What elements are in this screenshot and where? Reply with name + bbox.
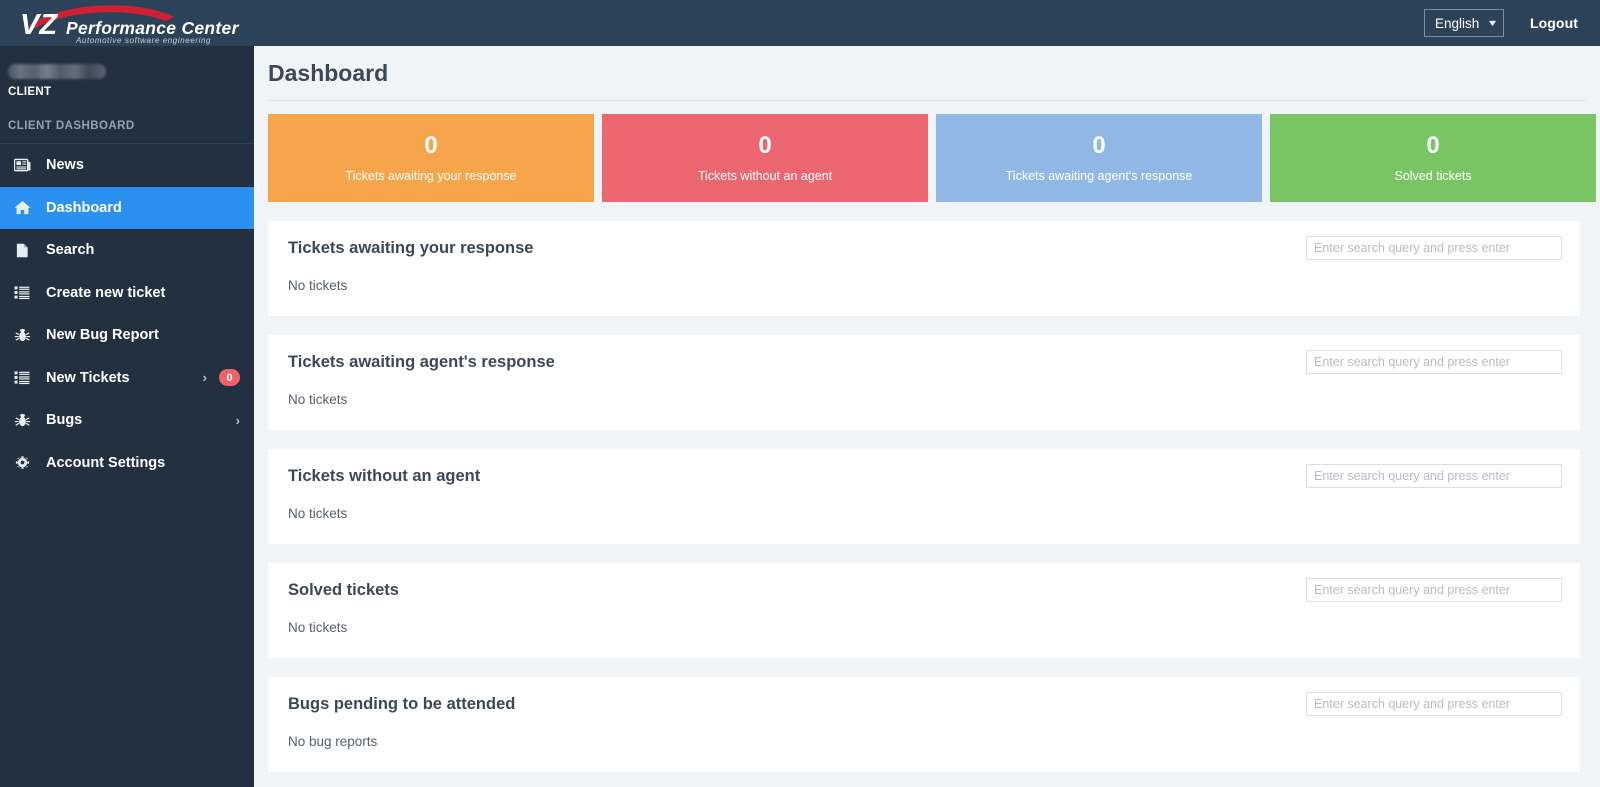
sidebar-item-label: News: [46, 157, 84, 173]
sidebar-item-label: New Bug Report: [46, 327, 159, 343]
panel-empty-message: No tickets: [288, 392, 1562, 407]
header-actions: English ▼ Logout: [1424, 9, 1578, 37]
sidebar-item-meta: › 0: [203, 369, 240, 386]
logout-link[interactable]: Logout: [1530, 15, 1578, 31]
stat-card-value: 0: [424, 133, 437, 158]
chevron-right-icon[interactable]: ›: [236, 413, 240, 428]
stat-card-tickets-awaiting-agents-response[interactable]: 0 Tickets awaiting agent's response: [936, 114, 1262, 202]
stat-card-tickets-awaiting-your-response[interactable]: 0 Tickets awaiting your response: [268, 114, 594, 202]
sidebar-item-label: Account Settings: [46, 455, 165, 471]
newspaper-icon: [14, 158, 40, 173]
sidebar-user-block: CLIENT: [0, 46, 254, 110]
stat-card-tickets-without-an-agent[interactable]: 0 Tickets without an agent: [602, 114, 928, 202]
sidebar: CLIENT CLIENT DASHBOARD News Dashboard S…: [0, 46, 254, 787]
panel-solved-tickets: Solved tickets No tickets: [268, 563, 1580, 658]
sidebar-item-new-tickets[interactable]: New Tickets › 0: [0, 357, 254, 400]
stat-card-solved-tickets[interactable]: 0 Solved tickets: [1270, 114, 1596, 202]
chevron-down-icon: ▼: [1486, 19, 1498, 28]
search-input[interactable]: [1306, 578, 1562, 602]
panel-tickets-without-an-agent: Tickets without an agent No tickets: [268, 449, 1580, 544]
svg-text:Automotive software engineerin: Automotive software engineering: [75, 36, 211, 45]
file-icon: [14, 243, 40, 258]
sidebar-item-new-bug-report[interactable]: New Bug Report: [0, 314, 254, 357]
stat-card-label: Solved tickets: [1394, 169, 1471, 183]
stat-card-label: Tickets without an agent: [698, 169, 832, 183]
sidebar-item-account-settings[interactable]: Account Settings: [0, 442, 254, 485]
stat-card-value: 0: [1092, 133, 1105, 158]
sidebar-item-dashboard[interactable]: Dashboard: [0, 187, 254, 230]
language-select[interactable]: English ▼: [1424, 9, 1504, 37]
list-icon: [14, 370, 40, 385]
stat-card-label: Tickets awaiting agent's response: [1006, 169, 1193, 183]
panel-empty-message: No bug reports: [288, 734, 1562, 749]
list-icon: [14, 285, 40, 300]
sidebar-item-label: Dashboard: [46, 200, 122, 216]
top-header-bar: VZ Performance Center Automotive softwar…: [0, 0, 1600, 46]
sidebar-item-label: Bugs: [46, 412, 82, 428]
language-select-value: English: [1435, 16, 1479, 31]
sidebar-item-label: Create new ticket: [46, 285, 165, 301]
panel-bugs-pending-to-be-attended: Bugs pending to be attended No bug repor…: [268, 677, 1580, 772]
stat-card-value: 0: [1426, 133, 1439, 158]
search-input[interactable]: [1306, 464, 1562, 488]
logo-graphic: VZ Performance Center Automotive softwar…: [6, 0, 246, 48]
sidebar-item-news[interactable]: News: [0, 144, 254, 187]
sidebar-item-label: Search: [46, 242, 94, 258]
svg-text:Performance Center: Performance Center: [66, 18, 240, 38]
app-logo[interactable]: VZ Performance Center Automotive softwar…: [6, 0, 246, 46]
search-input[interactable]: [1306, 350, 1562, 374]
sidebar-nav: News Dashboard Search Create new ticket: [0, 144, 254, 484]
stat-cards: 0 Tickets awaiting your response 0 Ticke…: [254, 101, 1600, 202]
new-tickets-badge: 0: [219, 369, 240, 386]
panel-tickets-awaiting-agents-response: Tickets awaiting agent's response No tic…: [268, 335, 1580, 430]
bug-icon: [14, 328, 40, 343]
sidebar-item-create-new-ticket[interactable]: Create new ticket: [0, 272, 254, 315]
stat-card-label: Tickets awaiting your response: [345, 169, 516, 183]
sidebar-section-label: CLIENT DASHBOARD: [0, 110, 254, 144]
search-input[interactable]: [1306, 692, 1562, 716]
username-redacted: [8, 64, 106, 79]
bug-icon: [14, 413, 40, 428]
main-content: Dashboard 0 Tickets awaiting your respon…: [254, 46, 1600, 787]
svg-text:VZ: VZ: [20, 9, 58, 41]
panel-empty-message: No tickets: [288, 506, 1562, 521]
sidebar-item-label: New Tickets: [46, 370, 130, 386]
search-input[interactable]: [1306, 236, 1562, 260]
sidebar-item-bugs[interactable]: Bugs ›: [0, 399, 254, 442]
sidebar-item-search[interactable]: Search: [0, 229, 254, 272]
gear-icon: [14, 455, 40, 470]
page-title: Dashboard: [254, 46, 1600, 87]
panel-empty-message: No tickets: [288, 620, 1562, 635]
sidebar-item-meta: ›: [236, 413, 240, 428]
home-icon: [14, 200, 40, 215]
panel-tickets-awaiting-your-response: Tickets awaiting your response No ticket…: [268, 221, 1580, 316]
user-role-label: CLIENT: [8, 86, 254, 98]
stat-card-value: 0: [758, 133, 771, 158]
panel-empty-message: No tickets: [288, 278, 1562, 293]
chevron-right-icon[interactable]: ›: [203, 370, 207, 385]
